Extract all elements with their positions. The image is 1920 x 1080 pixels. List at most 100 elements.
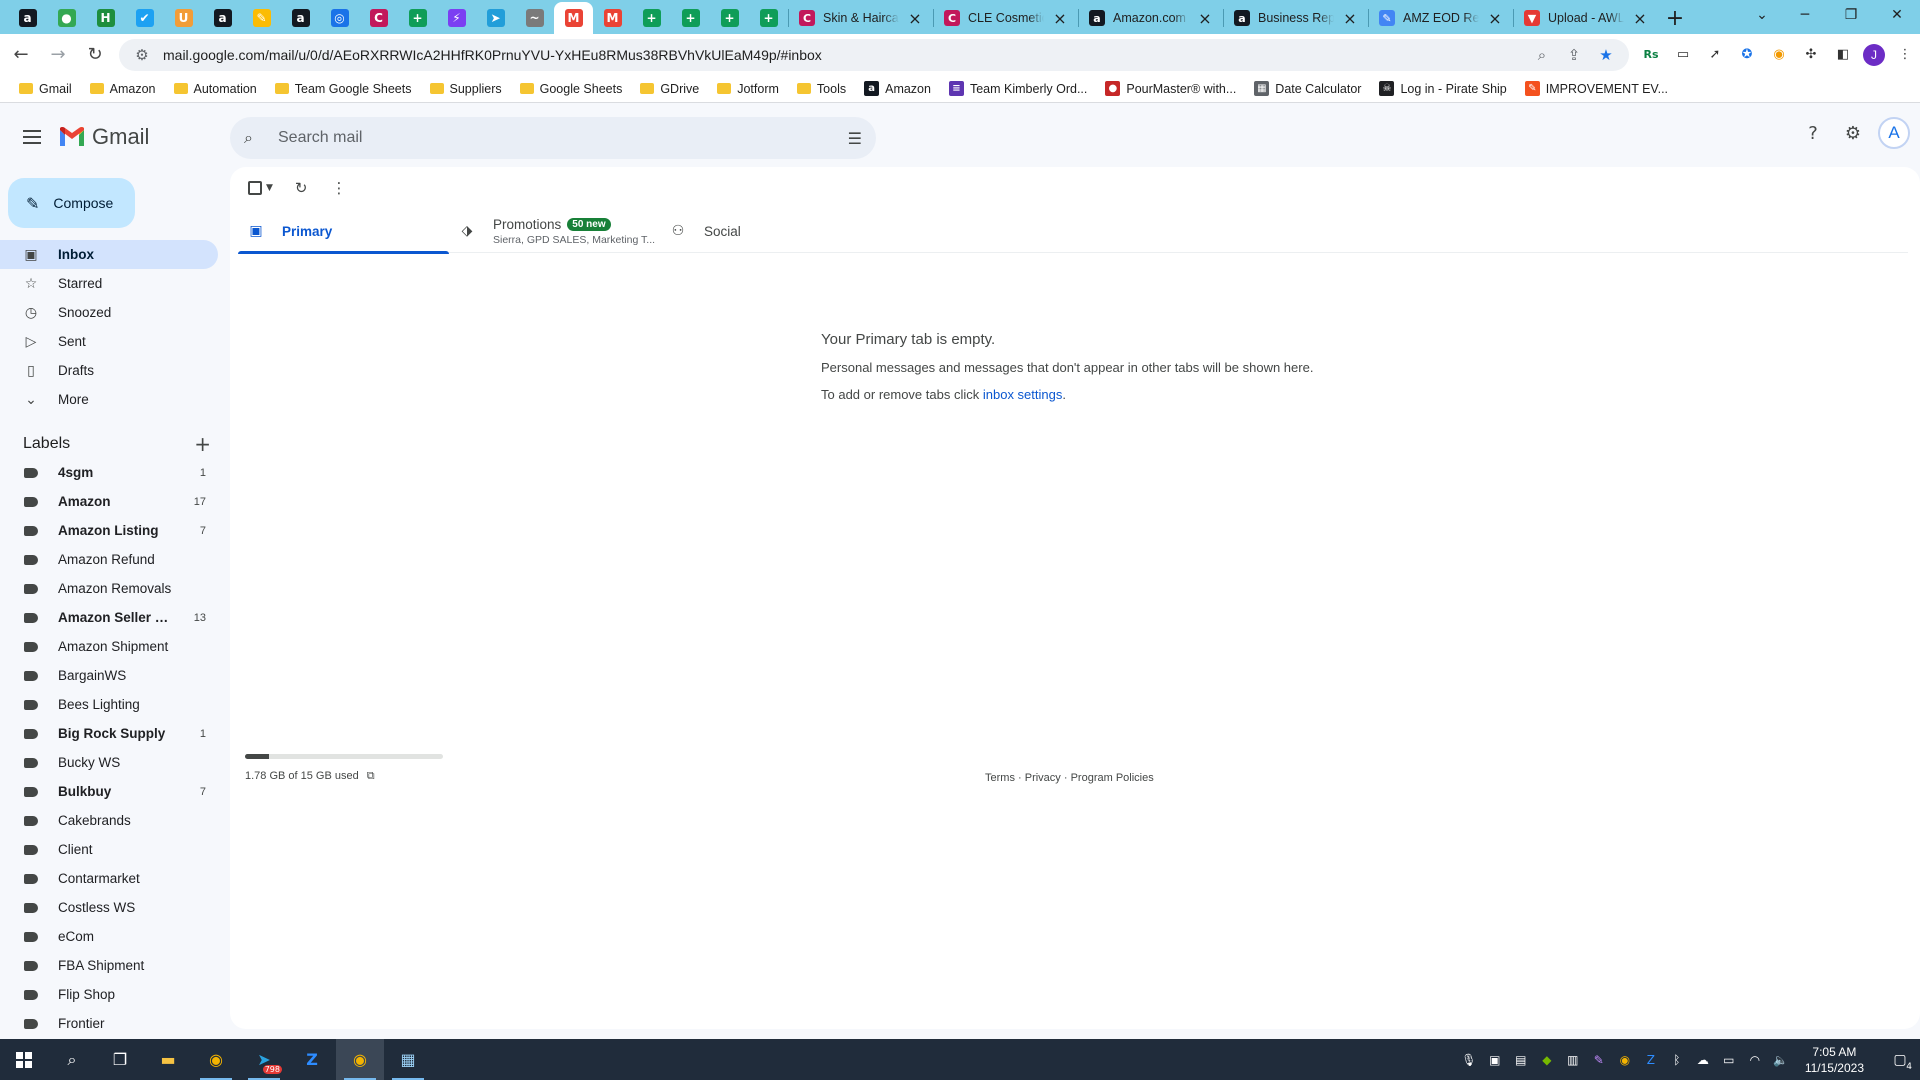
extension-cursor-icon[interactable]: ➚ [1703, 43, 1727, 67]
extension-orange-icon[interactable]: ◉ [1767, 43, 1791, 67]
label-item[interactable]: eCom [0, 922, 218, 951]
pinned-tab[interactable]: U [164, 2, 203, 34]
bookmark-folder[interactable]: Automation [167, 77, 264, 101]
sidebar-item-sent[interactable]: ▷ Sent [0, 327, 218, 356]
back-button[interactable]: ← [5, 39, 37, 71]
taskbar-search-icon[interactable]: ⌕ [48, 1039, 96, 1080]
tab-close-icon[interactable]: × [1342, 9, 1358, 28]
volume-icon[interactable]: 🔈 [1773, 1053, 1789, 1067]
profile-avatar[interactable]: J [1863, 43, 1885, 66]
account-avatar[interactable]: A [1878, 117, 1910, 149]
taskbar-clock[interactable]: 7:05 AM 11/15/2023 [1805, 1044, 1864, 1076]
forward-button[interactable]: → [42, 39, 74, 71]
extension-compass-icon[interactable]: ✪ [1735, 43, 1759, 67]
pinned-tab[interactable]: ⚡ [437, 2, 476, 34]
pinned-tab[interactable]: ➤ [476, 2, 515, 34]
label-item[interactable]: Bees Lighting [0, 690, 218, 719]
side-panel-icon[interactable]: ◧ [1831, 43, 1855, 67]
wifi-icon[interactable]: ◠ [1747, 1053, 1763, 1067]
inbox-settings-link[interactable]: inbox settings [983, 387, 1063, 402]
sidebar-item-starred[interactable]: ☆ Starred [0, 269, 218, 298]
tab-social[interactable]: ⚇ Social [660, 209, 871, 253]
bookmark-link[interactable]: ≡ Team Kimberly Ord... [942, 77, 1094, 101]
label-item[interactable]: Amazon Seller Ce... 13 [0, 603, 218, 632]
search-options-icon[interactable]: ☰ [848, 129, 862, 148]
sidebar-item-inbox[interactable]: ▣ Inbox [0, 240, 218, 269]
pinned-tab[interactable]: C [359, 2, 398, 34]
reload-button[interactable]: ↻ [79, 39, 111, 71]
tray-app-icon[interactable]: ▣ [1487, 1053, 1503, 1067]
label-item[interactable]: Bulkbuy 7 [0, 777, 218, 806]
pinned-tab[interactable]: M [554, 2, 593, 34]
create-label-plus-icon[interactable]: + [194, 432, 211, 456]
windows-start-icon[interactable] [0, 1039, 48, 1080]
chrome-taskbar-icon[interactable]: ◉ [192, 1039, 240, 1080]
label-item[interactable]: Amazon Removals [0, 574, 218, 603]
bookmark-folder[interactable]: Tools [790, 77, 853, 101]
pinned-tab[interactable]: ✔ [125, 2, 164, 34]
pinned-tab[interactable]: ● [47, 2, 86, 34]
pinned-tab[interactable]: M [593, 2, 632, 34]
pinned-tab[interactable]: + [398, 2, 437, 34]
pinned-tab[interactable]: a [8, 2, 47, 34]
bookmark-folder[interactable]: GDrive [633, 77, 706, 101]
browser-tab[interactable]: a Business Reports × [1224, 2, 1368, 34]
minimize-button[interactable]: ─ [1782, 0, 1828, 30]
label-item[interactable]: Client [0, 835, 218, 864]
url-text[interactable]: mail.google.com/mail/u/0/d/AEoRXRRWIcA2H… [163, 47, 1521, 63]
bookmark-folder[interactable]: Google Sheets [513, 77, 630, 101]
bookmark-star-icon[interactable]: ★ [1595, 46, 1617, 64]
notification-center-icon[interactable]: ▢ 4 [1880, 1039, 1920, 1080]
tab-search-icon[interactable]: ⌄ [1742, 0, 1782, 30]
onedrive-cloud-icon[interactable]: ☁ [1695, 1053, 1711, 1067]
search-input[interactable] [278, 129, 848, 147]
settings-gear-icon[interactable]: ⚙ [1838, 118, 1868, 148]
label-item[interactable]: Bucky WS [0, 748, 218, 777]
main-menu-icon[interactable] [8, 113, 56, 161]
privacy-link[interactable]: Privacy [1025, 772, 1061, 784]
bluetooth-icon[interactable]: ᛒ [1669, 1053, 1685, 1067]
label-item[interactable]: Big Rock Supply 1 [0, 719, 218, 748]
pinned-tab[interactable]: + [749, 2, 788, 34]
program-policies-link[interactable]: Program Policies [1071, 772, 1154, 784]
tab-close-icon[interactable]: × [1487, 9, 1503, 28]
label-item[interactable]: Flip Shop [0, 980, 218, 1009]
extension-off-icon[interactable]: ▭ [1671, 43, 1695, 67]
label-item[interactable]: Frontier [0, 1009, 218, 1038]
calculator-taskbar-icon[interactable]: ▦ [384, 1039, 432, 1080]
close-window-button[interactable]: ✕ [1874, 0, 1920, 30]
bookmark-link[interactable]: a Amazon [857, 77, 938, 101]
zoom-taskbar-icon[interactable]: Z [288, 1039, 336, 1080]
pinned-tab[interactable]: ◎ [320, 2, 359, 34]
search-icon[interactable]: ⌕ [244, 128, 266, 148]
label-item[interactable]: Amazon Listing 7 [0, 516, 218, 545]
label-item[interactable]: 4sgm 1 [0, 458, 218, 487]
pinned-tab[interactable]: a [203, 2, 242, 34]
label-item[interactable]: Amazon Shipment [0, 632, 218, 661]
tab-close-icon[interactable]: × [1197, 9, 1213, 28]
bookmark-link[interactable]: ● PourMaster® with... [1098, 77, 1243, 101]
label-item[interactable]: BargainWS [0, 661, 218, 690]
nvidia-icon[interactable]: ◆ [1539, 1053, 1555, 1067]
restore-button[interactable]: ❐ [1828, 0, 1874, 30]
browser-tab[interactable]: ▼ Upload - AWL × [1514, 2, 1658, 34]
address-bar[interactable]: ⚙ mail.google.com/mail/u/0/d/AEoRXRRWIcA… [119, 38, 1629, 71]
bookmark-link[interactable]: ☠ Log in - Pirate Ship [1372, 77, 1513, 101]
share-icon[interactable]: ⇪ [1563, 46, 1585, 64]
pinned-tab[interactable]: ~ [515, 2, 554, 34]
select-checkbox[interactable]: ▼ [248, 181, 273, 195]
sidebar-item-more[interactable]: ⌄ More [0, 385, 218, 414]
bookmark-link[interactable]: ▦ Date Calculator [1247, 77, 1368, 101]
more-options-icon[interactable]: ⋮ [332, 179, 347, 197]
tray-chrome-icon[interactable]: ◉ [1617, 1053, 1633, 1067]
extension-rs-icon[interactable]: Rs [1639, 43, 1663, 67]
bookmark-folder[interactable]: Team Google Sheets [268, 77, 419, 101]
tray-monitor-icon[interactable]: ▥ [1565, 1053, 1581, 1067]
battery-icon[interactable]: ▭ [1721, 1053, 1737, 1067]
select-dropdown-icon[interactable]: ▼ [266, 183, 273, 193]
tray-pen-icon[interactable]: ✎ [1591, 1053, 1607, 1067]
browser-tab[interactable]: C CLE Cosmetics × [934, 2, 1078, 34]
pinned-tab[interactable]: + [632, 2, 671, 34]
sidebar-item-snoozed[interactable]: ◷ Snoozed [0, 298, 218, 327]
new-tab-button[interactable]: + [1658, 2, 1692, 34]
